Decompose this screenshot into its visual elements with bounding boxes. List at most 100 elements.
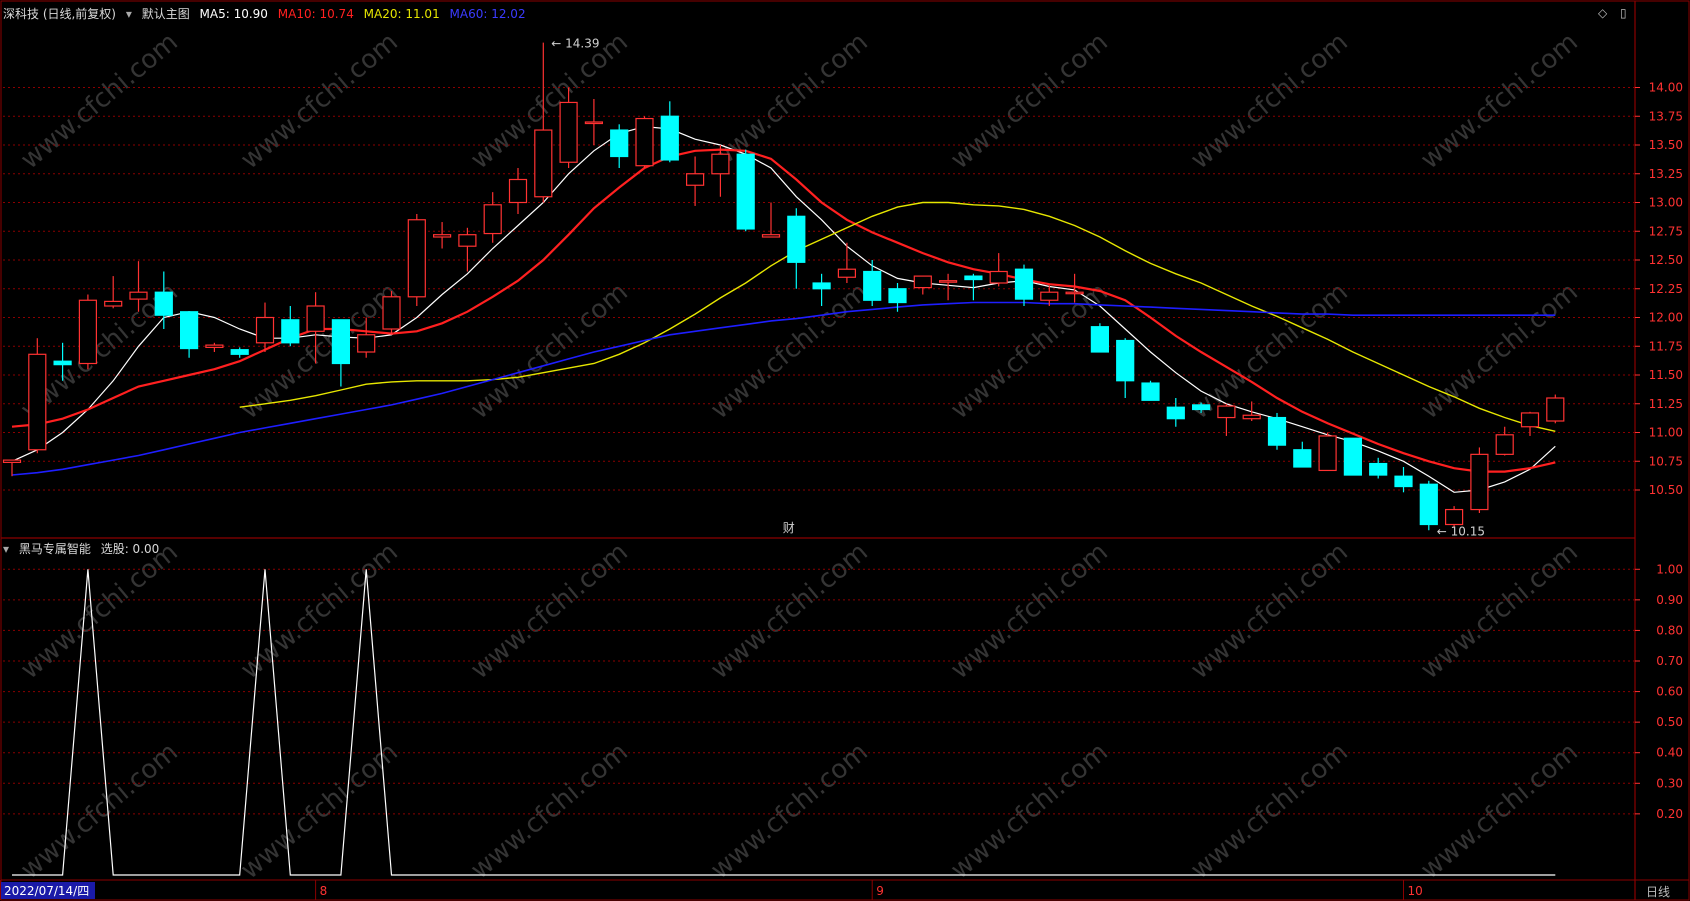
watermark-text: www.cfchi.com [945, 27, 1114, 175]
main-y-axis: 10.50 10.75 11.00 11.25 11.50 11.75 12.00 12.25… [1635, 81, 1683, 497]
candle-body [559, 101, 578, 163]
candle-body [28, 353, 47, 451]
candle-body [1369, 462, 1388, 476]
candle-body [483, 204, 502, 235]
candle [1267, 412, 1287, 450]
candle [508, 168, 528, 214]
candle-body [635, 117, 654, 167]
watermark-text: www.cfchi.com [1415, 537, 1584, 685]
candle-body [357, 334, 376, 353]
candle [1318, 432, 1337, 472]
main-y-tick-label: 11.00 [1649, 426, 1683, 440]
main-y-tick-label: 13.50 [1649, 138, 1683, 152]
high-price-label: ← 14.39 [551, 37, 599, 51]
candle-body [610, 129, 629, 158]
candle-body [180, 311, 199, 350]
stock-title[interactable]: 深科技 (日线,前复权) [3, 7, 116, 21]
candle-body [1191, 404, 1211, 411]
candle-body [1444, 508, 1464, 526]
candle-body [1520, 412, 1540, 428]
main-y-tick-label: 11.75 [1649, 339, 1683, 353]
candle [1090, 323, 1110, 353]
watermark-text: www.cfchi.com [1415, 27, 1584, 175]
candle [736, 149, 755, 232]
candle-body [1014, 268, 1034, 300]
indicator-y-tick-label: 0.70 [1656, 654, 1683, 668]
candle-body [306, 305, 325, 332]
candle-body [1267, 416, 1287, 446]
candle-body [888, 288, 907, 304]
indicator-y-tick-label: 0.60 [1656, 685, 1683, 699]
ma10-label: MA10: 10.74 [277, 7, 354, 21]
candle-body [1166, 406, 1185, 420]
watermark-text: www.cfchi.com [705, 737, 874, 885]
main-y-tick-label: 11.50 [1649, 368, 1683, 382]
candle-body [104, 300, 123, 307]
x-tick-label: 8 [320, 884, 328, 898]
candle-body [1318, 435, 1337, 472]
candle [281, 306, 300, 347]
candle-body [913, 275, 932, 289]
indicator-title[interactable]: 黑马专属智能 [19, 542, 91, 556]
indicator-y-tick-label: 0.90 [1656, 593, 1683, 607]
candle [180, 311, 199, 358]
x-axis: 2022/07/14/四 8 9 10 [0, 880, 1423, 900]
watermark-text: www.cfchi.com [15, 27, 184, 175]
watermark-text: www.cfchi.com [945, 737, 1114, 885]
candle [787, 208, 806, 289]
candle [1217, 403, 1236, 436]
indicator-y-tick-label: 0.50 [1656, 715, 1683, 729]
main-y-tick-label: 12.75 [1649, 224, 1683, 238]
candle-body [964, 275, 983, 281]
candle [1014, 264, 1034, 306]
candle [78, 294, 98, 370]
candle-body [230, 349, 249, 355]
candle-body [812, 282, 831, 290]
candle [938, 273, 958, 301]
ma5-label: MA5: 10.90 [199, 7, 268, 21]
candle-body [1242, 414, 1261, 420]
candle [761, 202, 781, 238]
candle-body [1116, 339, 1135, 382]
x-tick-label: 9 [876, 884, 884, 898]
candle-body [1217, 405, 1236, 419]
main-chart-label[interactable]: 默认主图 [142, 7, 190, 21]
candle [1141, 380, 1160, 401]
watermark-text: www.cfchi.com [235, 27, 404, 175]
candle [1470, 447, 1489, 513]
candle-body [1090, 326, 1110, 353]
indicator-y-axis: 0.20 0.30 0.40 0.50 0.60 0.70 0.80 0.90 1.00 [1635, 562, 1683, 821]
candle [407, 214, 426, 306]
watermark-text: www.cfchi.com [705, 277, 874, 425]
diamond-icon[interactable]: ◇ [1598, 6, 1607, 20]
candle-body [407, 219, 426, 298]
candle [205, 342, 224, 352]
watermark-text: www.cfchi.com [235, 737, 404, 885]
main-chart-selector-icon[interactable]: ▾ [126, 7, 132, 21]
period-label[interactable]: 日线 [1646, 883, 1670, 900]
candle [1343, 437, 1363, 476]
main-y-tick-label: 14.00 [1649, 81, 1683, 95]
candle-body [255, 316, 275, 344]
candle [635, 116, 654, 168]
main-y-tick-label: 13.00 [1649, 196, 1683, 210]
watermark-text: www.cfchi.com [705, 537, 874, 685]
candle-body [281, 319, 300, 344]
main-y-tick-label: 11.25 [1649, 397, 1683, 411]
x-tick-label: 2022/07/14/四 [4, 884, 89, 898]
indicator-value: 选股: 0.00 [100, 542, 160, 556]
watermark-text: www.cfchi.com [705, 27, 874, 175]
financial-report-marker: 财 [783, 521, 795, 535]
candle-body [1394, 475, 1413, 488]
candle-body [2, 459, 22, 464]
candle-body [1343, 437, 1363, 476]
chart-canvas[interactable]: www.cfchi.com www.cfchi.com www.cfchi.com w… [0, 0, 1690, 901]
candle-body [660, 115, 679, 161]
candle-body [205, 344, 224, 349]
candle [660, 101, 679, 163]
candle-body [534, 129, 553, 198]
window-icon[interactable]: ▯ [1620, 6, 1627, 20]
watermark-text: www.cfchi.com [235, 537, 404, 685]
main-y-tick-label: 13.25 [1649, 167, 1683, 181]
indicator-selector-icon[interactable]: ▾ [3, 542, 9, 556]
